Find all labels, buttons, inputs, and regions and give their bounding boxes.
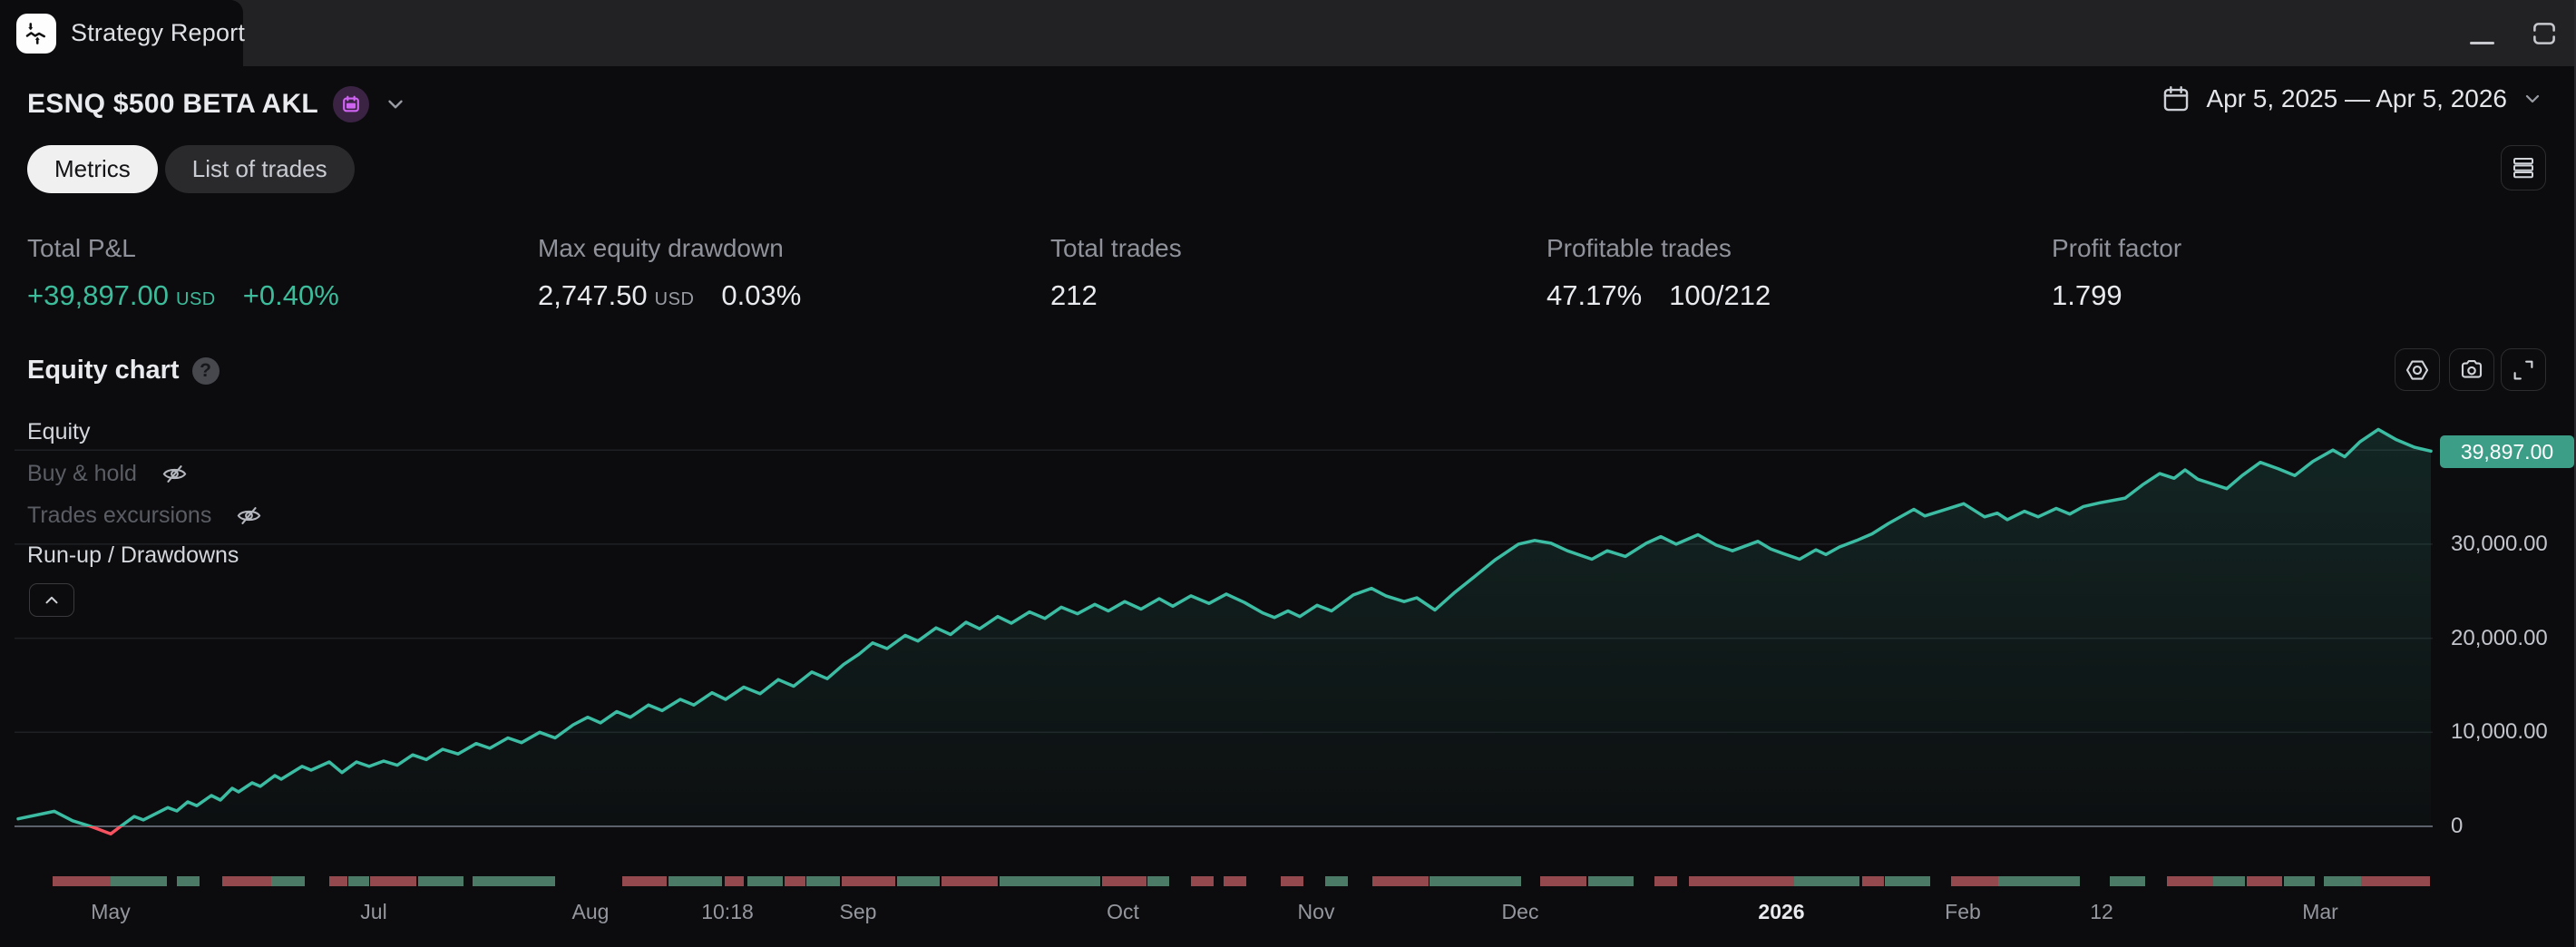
x-axis-label: Nov — [1297, 900, 1335, 923]
stat-label: Profitable trades — [1547, 234, 1732, 262]
stat-value: 1.799 — [2052, 279, 2122, 311]
stat-extra: 0.03% — [721, 279, 802, 311]
x-axis-label: May — [91, 900, 131, 923]
x-axis-label: Jul — [360, 900, 387, 923]
help-icon[interactable]: ? — [191, 356, 220, 385]
strategy-name: ESNQ $500 BETA AKL — [27, 89, 319, 119]
chart-fullscreen-button[interactable] — [2501, 348, 2546, 391]
x-axis-label: Sep — [839, 900, 877, 923]
chart-settings-button[interactable] — [2395, 348, 2440, 391]
stat-value: 47.17% — [1547, 279, 1643, 311]
x-axis-label: Aug — [571, 900, 610, 923]
legend-buy-hold[interactable]: Buy & hold — [27, 460, 189, 488]
equity-chart-title: Equity chart — [27, 356, 180, 385]
x-axis-label: Oct — [1107, 900, 1139, 923]
y-axis-label: 10,000.00 — [2451, 719, 2548, 745]
camera-icon — [2461, 359, 2483, 378]
legend-label: Equity — [27, 419, 91, 444]
maximize-button[interactable] — [2529, 18, 2560, 49]
x-axis-label: 12 — [2090, 900, 2113, 923]
y-axis-label: 30,000.00 — [2451, 531, 2548, 556]
stat-total-pnl: Total P&L +39,897.00 USD +0.40% — [27, 234, 339, 312]
x-axis-label: Dec — [1501, 900, 1539, 923]
legend-label: Trades excursions — [27, 503, 212, 528]
x-axis-label: Feb — [1945, 900, 1981, 923]
stat-profitable-trades: Profitable trades 47.17% 100/212 — [1547, 234, 1771, 312]
stat-total-trades: Total trades 212 — [1050, 234, 1182, 312]
strategy-report-window: Strategy Report ESNQ $500 BETA AKL Apr 5… — [0, 0, 2576, 947]
chevron-up-icon — [45, 596, 58, 603]
tab-list-of-trades[interactable]: List of trades — [164, 145, 355, 193]
eye-off-icon[interactable] — [161, 460, 189, 488]
stat-label: Total trades — [1050, 234, 1182, 262]
legend-label: Buy & hold — [27, 461, 137, 486]
stat-max-drawdown: Max equity drawdown 2,747.50 USD 0.03% — [538, 234, 801, 312]
tab-strategy-report[interactable]: Strategy Report — [0, 0, 246, 66]
eye-off-icon[interactable] — [235, 502, 263, 530]
collapse-legend-button[interactable] — [29, 583, 74, 617]
calendar-icon — [2164, 86, 2189, 112]
fullscreen-icon — [2513, 360, 2533, 379]
window-titlebar — [0, 0, 2576, 66]
minimize-button[interactable] — [2470, 42, 2494, 44]
stat-unit: USD — [176, 289, 216, 309]
strategy-calendar-badge-icon[interactable] — [333, 86, 370, 122]
tab-title: Strategy Report — [71, 19, 246, 46]
x-axis-label: 10:18 — [701, 900, 754, 923]
legend-label: Run-up / Drawdowns — [27, 542, 239, 568]
stat-value: 212 — [1050, 279, 1098, 311]
last-value-badge: 39,897.00 — [2440, 435, 2574, 469]
x-axis-label: Mar — [2302, 900, 2338, 923]
stat-value: +39,897.00 — [27, 279, 170, 311]
legend-trades-excursions[interactable]: Trades excursions — [27, 502, 263, 530]
legend-equity[interactable]: Equity — [27, 419, 90, 445]
stat-label: Max equity drawdown — [538, 234, 784, 262]
tab-metrics[interactable]: Metrics — [27, 145, 158, 193]
stat-profit-factor: Profit factor 1.799 — [2052, 234, 2181, 312]
equity-chart-canvas[interactable] — [0, 0, 2576, 947]
stat-label: Total P&L — [27, 234, 136, 262]
stat-value: 2,747.50 — [538, 279, 648, 311]
y-axis-label: 20,000.00 — [2451, 625, 2548, 650]
strategy-report-icon — [16, 13, 56, 54]
stat-label: Profit factor — [2052, 234, 2182, 262]
date-chevron-down-icon — [2525, 94, 2540, 103]
rows-icon — [2513, 158, 2533, 179]
layout-rows-button[interactable] — [2501, 145, 2546, 190]
legend-runup-drawdowns[interactable]: Run-up / Drawdowns — [27, 542, 239, 569]
stat-extra: 100/212 — [1669, 279, 1771, 311]
y-axis-label: 0 — [2451, 814, 2464, 838]
date-range-picker[interactable]: Apr 5, 2025 — Apr 5, 2026 — [2161, 83, 2543, 114]
strategy-chevron-down-icon[interactable] — [384, 93, 407, 116]
date-range-text: Apr 5, 2025 — Apr 5, 2026 — [2206, 84, 2507, 112]
x-axis-label: 2026 — [1758, 900, 1805, 923]
gear-icon — [2405, 359, 2429, 380]
stat-unit: USD — [654, 289, 695, 309]
stat-extra: +0.40% — [242, 279, 339, 311]
chart-snapshot-button[interactable] — [2449, 348, 2494, 391]
